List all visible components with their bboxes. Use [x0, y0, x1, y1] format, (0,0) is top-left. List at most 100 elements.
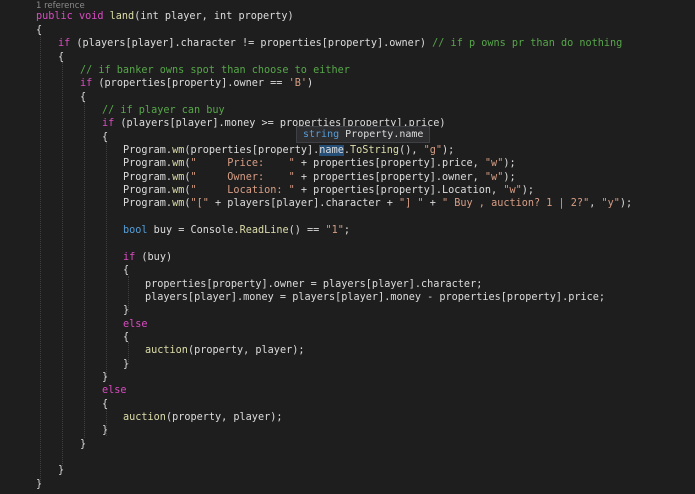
keyword: if [102, 118, 115, 129]
brace: { [123, 332, 130, 343]
brace: } [102, 372, 109, 383]
code-line[interactable]: } [102, 424, 108, 437]
code-line[interactable]: Program.wm(" Owner: " + properties[prope… [123, 171, 516, 184]
code-editor[interactable]: 1 reference public void land(int player,… [0, 0, 695, 494]
code-text: Program. [123, 158, 173, 169]
keyword: if [123, 252, 136, 263]
code-text: , [589, 198, 602, 209]
brace: { [36, 25, 43, 36]
comment: // if p owns pr than do nothing [432, 38, 623, 49]
tooltip-type: string [303, 129, 340, 140]
code-text: players[player].money = players[player].… [145, 292, 606, 303]
method-name: ToString [349, 145, 400, 156]
code-line[interactable]: } [102, 371, 108, 384]
brace: { [80, 92, 87, 103]
code-line[interactable]: else [102, 384, 127, 397]
brace: } [36, 479, 43, 490]
tooltip-member: Property.name [345, 129, 424, 140]
code-text: ) [306, 78, 314, 89]
code-line[interactable]: } [123, 304, 129, 317]
code-text: Program. [123, 172, 173, 183]
code-line[interactable]: } [58, 464, 64, 477]
indent-guide [106, 142, 107, 378]
string-literal: "w" [484, 158, 504, 169]
code-text: + [423, 198, 442, 209]
code-line[interactable]: auction(property, player); [145, 344, 304, 357]
string-literal: 'B' [288, 78, 307, 89]
code-text: ); [521, 185, 535, 196]
keyword: if [58, 38, 71, 49]
code-text: properties[property].owner = players[pla… [145, 279, 483, 290]
code-line[interactable]: // if player can buy [102, 104, 225, 117]
code-line[interactable]: if (buy) [123, 251, 172, 264]
code-line[interactable]: { [102, 131, 108, 144]
code-text: + properties[property].Location, [294, 185, 504, 196]
code-line[interactable]: Program.wm("[" + players[player].charact… [123, 197, 632, 210]
code-line[interactable]: // if banker owns spot than choose to ei… [80, 64, 350, 77]
keyword: public [36, 11, 73, 22]
code-line[interactable]: else [123, 318, 148, 331]
code-text: (buy) [135, 252, 173, 263]
code-line[interactable]: { [80, 91, 86, 104]
comment: // if player can buy [102, 105, 225, 116]
indent-guide [84, 102, 85, 438]
code-text: (properties[property].owner == [92, 78, 289, 89]
string-literal: "[" [190, 198, 209, 209]
code-text: (property, player); [187, 345, 305, 356]
code-text: + properties[property].owner, [294, 172, 485, 183]
code-text: Program. [123, 198, 173, 209]
keyword: else [102, 385, 127, 396]
code-text: (property, player); [165, 412, 283, 423]
code-text: (properties[property]. [184, 145, 320, 156]
code-line[interactable]: { [102, 398, 108, 411]
code-line[interactable]: } [36, 478, 42, 491]
code-line[interactable]: { [123, 264, 129, 277]
keyword: if [80, 78, 93, 89]
code-line[interactable]: { [58, 51, 64, 64]
code-line[interactable]: properties[property].owner = players[pla… [145, 278, 482, 291]
method-name: auction [123, 412, 166, 423]
string-literal: " Buy , auction? 1 | 2?" [442, 198, 590, 209]
brace: } [102, 425, 109, 436]
keyword: else [123, 319, 148, 330]
string-literal: " Location: " [190, 185, 295, 196]
code-line[interactable]: } [123, 358, 129, 371]
code-text: ); [503, 172, 516, 183]
code-text: ; [343, 225, 350, 236]
code-line[interactable]: if (players[player].character != propert… [58, 37, 622, 50]
brace: } [80, 439, 87, 450]
method-name: wm [172, 185, 185, 196]
brace: { [58, 52, 65, 63]
code-line[interactable]: public void land(int player, int propert… [36, 10, 294, 23]
code-line[interactable]: Program.wm(" Price: " + properties[prope… [123, 157, 516, 170]
code-line[interactable]: players[player].money = players[player].… [145, 291, 605, 304]
code-text: (players[player].character != properties… [70, 38, 433, 49]
code-line[interactable]: if (properties[property].owner == 'B') [80, 77, 313, 90]
string-literal: " Owner: " [190, 172, 295, 183]
brace: { [102, 132, 109, 143]
code-line[interactable]: Program.wm(properties[property].name.ToS… [123, 144, 454, 157]
code-line[interactable]: { [36, 24, 42, 37]
keyword: bool [123, 225, 148, 236]
code-line[interactable]: Program.wm(" Location: " + properties[pr… [123, 184, 534, 197]
string-literal: "g" [423, 145, 443, 156]
method-name: wm [172, 145, 185, 156]
method-name: wm [172, 158, 185, 169]
keyword: void [78, 11, 104, 22]
brace: } [123, 305, 130, 316]
string-literal: "1" [325, 225, 344, 236]
code-line[interactable]: bool buy = Console.ReadLine() == "1"; [123, 224, 350, 237]
comment: // if banker owns spot than choose to ei… [80, 65, 350, 76]
method-name: land [109, 11, 135, 22]
selected-identifier[interactable]: name [319, 145, 344, 156]
code-line[interactable]: auction(property, player); [123, 411, 282, 424]
code-text: (int player, int property) [134, 11, 294, 22]
code-text: ); [619, 198, 633, 209]
string-literal: "w" [484, 172, 504, 183]
code-text: (), [399, 145, 424, 156]
code-line[interactable]: } [80, 438, 86, 451]
quickinfo-tooltip: string Property.name [296, 126, 431, 143]
code-text: Program. [123, 185, 173, 196]
code-line[interactable]: { [123, 331, 129, 344]
code-text: ); [503, 158, 516, 169]
